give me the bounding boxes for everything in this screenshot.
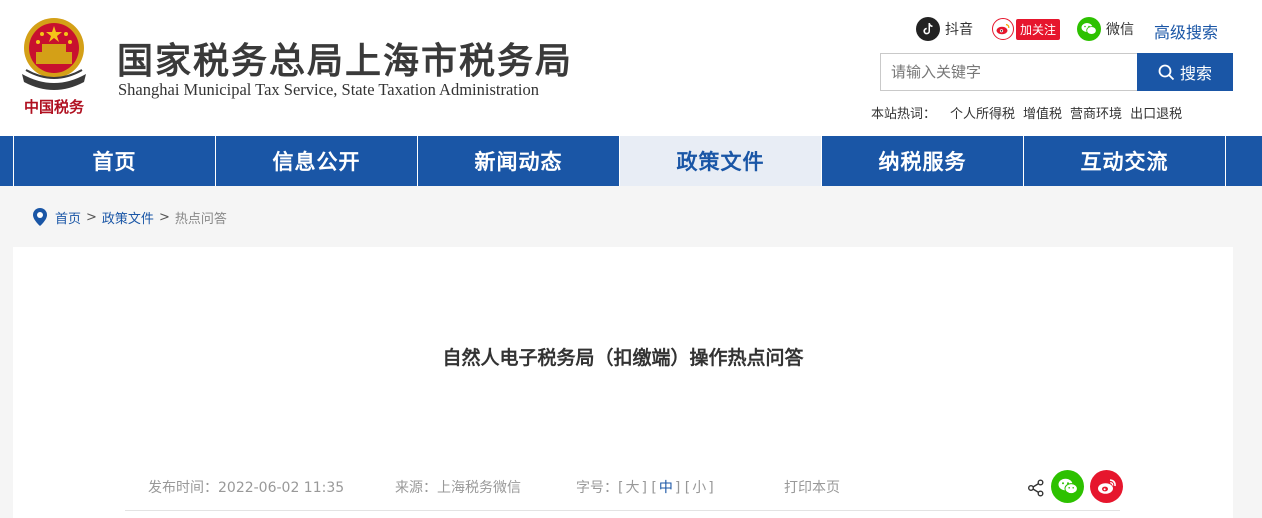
share-weibo-button[interactable]	[1090, 470, 1123, 503]
meta-divider	[125, 510, 1120, 511]
nav-item-tax-service[interactable]: 纳税服务	[821, 136, 1023, 186]
weibo-follow-label: 加关注	[1016, 18, 1061, 40]
douyin-icon	[916, 17, 940, 41]
breadcrumb-separator: >	[86, 209, 97, 225]
share-icon[interactable]	[1027, 479, 1045, 497]
article-source: 来源：上海税务微信	[395, 480, 521, 496]
wechat-icon	[1077, 17, 1101, 41]
national-emblem-logo: 中国税务	[22, 18, 86, 116]
hot-word-link[interactable]: 增值税	[1023, 103, 1062, 122]
breadcrumb: 首页 > 政策文件 > 热点问答	[33, 206, 227, 228]
article-panel: 自然人电子税务局（扣缴端）操作热点问答 发布时间：2022-06-02 11:3…	[13, 247, 1233, 518]
search-icon	[1158, 64, 1175, 80]
share-wechat-button[interactable]	[1051, 470, 1084, 503]
hot-word-link[interactable]: 出口退税	[1130, 103, 1182, 122]
article-title: 自然人电子税务局（扣缴端）操作热点问答	[442, 347, 804, 369]
font-size-label: 字号：	[576, 480, 618, 496]
hot-word-link[interactable]: 营商环境	[1070, 103, 1122, 122]
nav-item-news[interactable]: 新闻动态	[417, 136, 619, 186]
breadcrumb-separator: >	[158, 209, 170, 225]
breadcrumb-policy[interactable]: 政策文件	[102, 208, 154, 227]
hot-words: 本站热词： 个人所得税 增值税 营商环境 出口退税	[871, 103, 1190, 122]
search-button-label: 搜索	[1179, 66, 1212, 83]
douyin-label: 抖音	[945, 22, 973, 38]
douyin-link[interactable]: 抖音	[916, 16, 973, 42]
wechat-icon	[1058, 478, 1078, 495]
breadcrumb-current: 热点问答	[174, 211, 227, 227]
site-title[interactable]: 国家税务总局上海市税务局	[117, 32, 573, 84]
nav-edge	[0, 136, 13, 186]
publish-time: 发布时间：2022-06-02 11:35	[148, 480, 345, 496]
site-subtitle: Shanghai Municipal Tax Service, State Ta…	[118, 80, 539, 99]
font-size-small[interactable]: 小	[692, 480, 706, 496]
main-nav: 首页 信息公开 新闻动态 政策文件 纳税服务 互动交流	[0, 136, 1262, 186]
print-page-link[interactable]: 打印本页	[784, 477, 840, 497]
emblem-text: 中国税务	[24, 98, 85, 116]
search-button[interactable]: 搜索	[1137, 53, 1233, 91]
hot-words-label: 本站热词：	[871, 107, 937, 122]
breadcrumb-home[interactable]: 首页	[55, 208, 81, 227]
wechat-label: 微信	[1106, 22, 1134, 38]
wechat-link[interactable]: 微信	[1077, 16, 1134, 42]
location-pin-icon	[33, 208, 47, 226]
weibo-icon	[992, 18, 1014, 40]
font-size-large[interactable]: 大	[625, 480, 639, 496]
nav-item-policy[interactable]: 政策文件	[619, 136, 821, 186]
advanced-search-link[interactable]: 高级搜索	[1154, 19, 1218, 43]
nav-item-interaction[interactable]: 互动交流	[1023, 136, 1225, 186]
weibo-icon	[1097, 479, 1116, 494]
search-input[interactable]	[880, 53, 1138, 91]
font-size-medium[interactable]: 中	[659, 480, 673, 496]
hot-word-link[interactable]: 个人所得税	[950, 103, 1015, 122]
font-size-switcher: 字号：[大] [中] [小]	[576, 480, 714, 496]
weibo-follow-button[interactable]: 加关注	[992, 16, 1061, 42]
site-header: 中国税务 国家税务总局上海市税务局 Shanghai Municipal Tax…	[0, 0, 1262, 136]
nav-edge	[1225, 136, 1262, 186]
nav-item-home[interactable]: 首页	[13, 136, 215, 186]
nav-item-info-disclosure[interactable]: 信息公开	[215, 136, 417, 186]
